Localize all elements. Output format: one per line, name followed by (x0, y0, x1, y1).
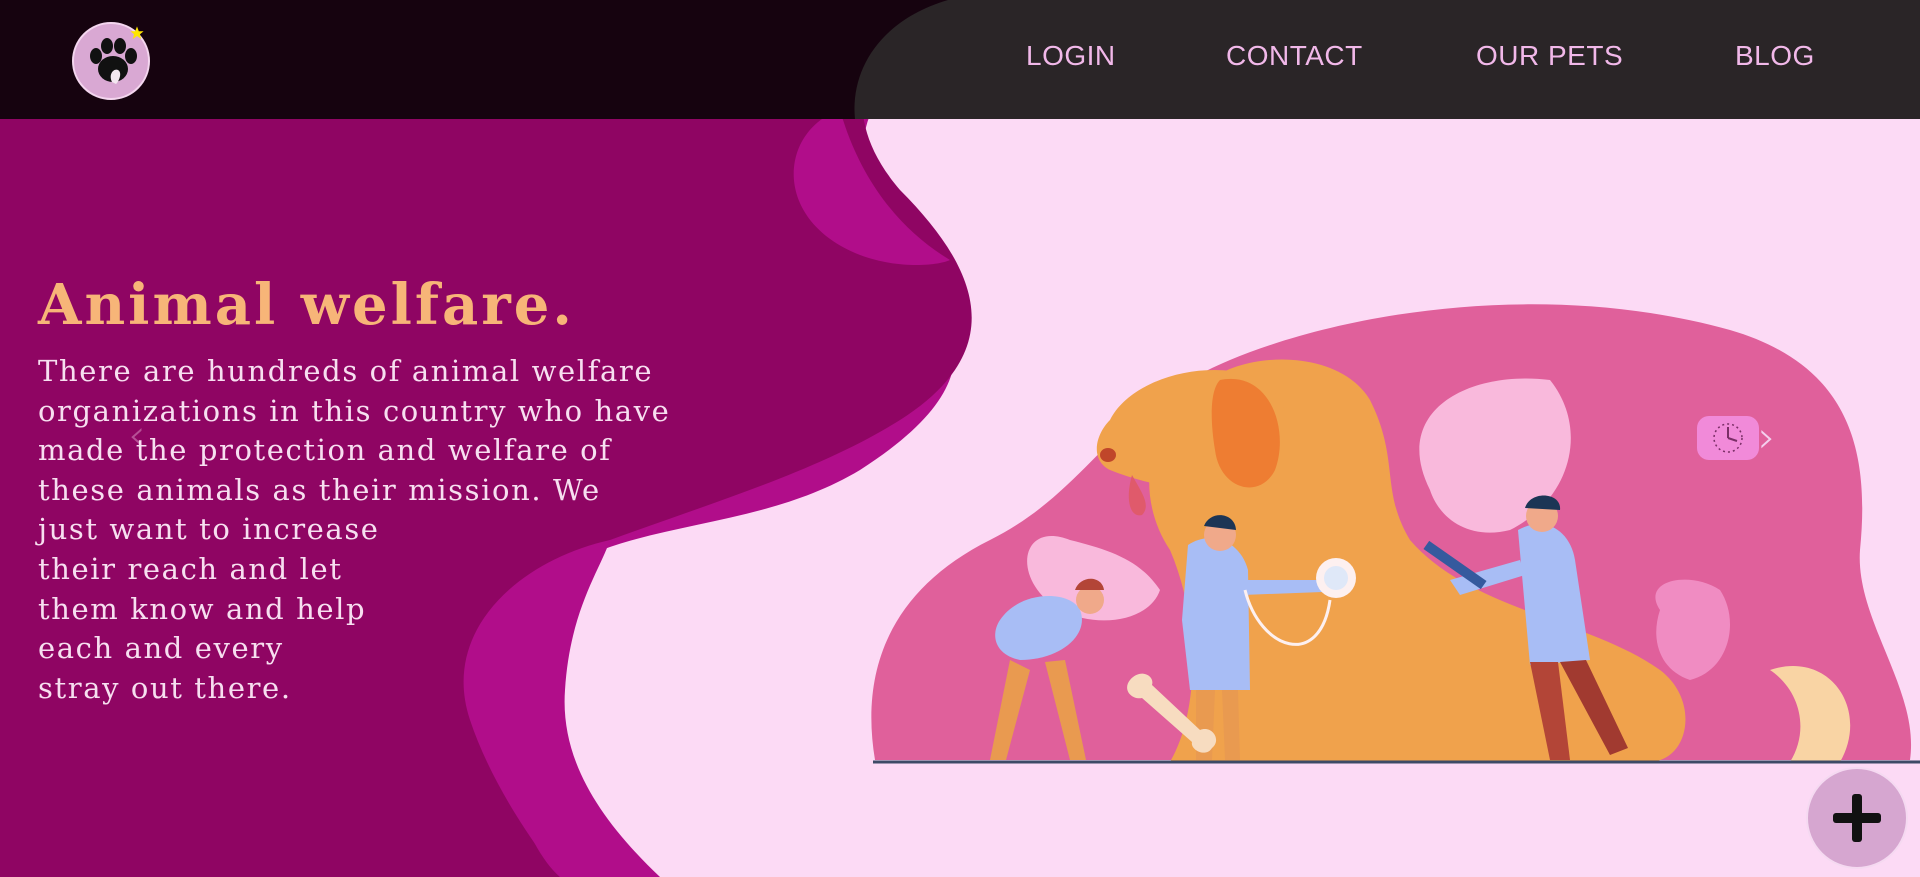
nav-contact-link[interactable]: CONTACT (1226, 40, 1363, 72)
nav-our-pets-link[interactable]: OUR PETS (1476, 40, 1623, 72)
nav-blog-link[interactable]: BLOG (1735, 40, 1815, 72)
top-navbar: LOGIN CONTACT OUR PETS BLOG (0, 0, 1920, 119)
vet-dog-illustration (871, 304, 1920, 764)
carousel-prev-chevron-left-icon[interactable]: ‹ (128, 410, 146, 461)
add-plus-button[interactable] (1806, 767, 1908, 869)
hero-description: There are hundreds of animal welfare org… (38, 354, 671, 705)
nav-menu: LOGIN CONTACT OUR PETS BLOG (920, 0, 1920, 119)
plus-icon (1833, 794, 1881, 842)
nav-login-link[interactable]: LOGIN (1026, 40, 1116, 72)
paw-icon (90, 26, 144, 84)
clock-icon (1697, 416, 1759, 460)
paw-logo-icon[interactable] (72, 22, 150, 100)
carousel-next-chevron-right-icon[interactable]: › (1758, 412, 1776, 463)
hero-text-block: Animal welfare. There are hundreds of an… (38, 270, 918, 708)
hero-title: Animal welfare. (38, 272, 575, 338)
clock-face-icon (1713, 423, 1743, 453)
